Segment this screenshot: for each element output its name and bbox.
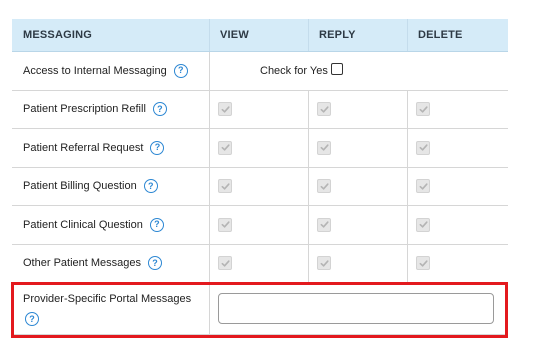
permission-row: Patient Billing Question? <box>12 167 508 206</box>
view-checkbox <box>218 179 232 194</box>
help-icon[interactable]: ? <box>149 217 164 232</box>
reply-cell <box>309 206 408 244</box>
permission-row: Patient Prescription Refill? <box>12 90 508 129</box>
checkmark-icon <box>320 259 329 268</box>
permission-label: Patient Referral Request <box>23 141 144 154</box>
view-cell <box>210 90 309 128</box>
reply-checkbox <box>317 179 331 194</box>
checkmark-icon <box>221 143 230 152</box>
view-checkbox <box>218 256 232 271</box>
delete-checkbox <box>416 102 430 117</box>
provider-portal-input-cell <box>210 283 508 334</box>
help-icon[interactable]: ? <box>173 63 188 78</box>
header-reply-label: REPLY <box>319 29 356 41</box>
checkmark-icon <box>221 220 230 229</box>
reply-cell <box>309 129 408 167</box>
table-header: MESSAGING VIEW REPLY DELETE <box>12 19 508 52</box>
internal-messaging-checkbox[interactable] <box>330 62 343 75</box>
reply-checkbox <box>317 102 331 117</box>
delete-checkbox <box>416 256 430 271</box>
permission-row: Other Patient Messages? <box>12 244 508 283</box>
view-checkbox <box>218 102 232 117</box>
header-messaging-label: MESSAGING <box>23 29 93 41</box>
delete-cell <box>408 129 508 167</box>
provider-portal-row: Provider-Specific Portal Messages ? <box>12 283 508 335</box>
reply-checkbox <box>317 140 331 155</box>
view-cell <box>210 206 309 244</box>
permission-row: Patient Referral Request? <box>12 129 508 168</box>
checkmark-icon <box>221 182 230 191</box>
view-checkbox <box>218 140 232 155</box>
checkmark-icon <box>320 182 329 191</box>
permission-label: Other Patient Messages <box>23 257 142 270</box>
permission-label-cell: Other Patient Messages? <box>12 244 210 282</box>
permission-label-cell: Patient Clinical Question? <box>12 206 210 244</box>
header-view-label: VIEW <box>220 29 249 41</box>
help-icon[interactable]: ? <box>150 140 165 155</box>
reply-checkbox <box>317 217 331 232</box>
help-icon[interactable]: ? <box>25 312 39 326</box>
reply-cell <box>309 244 408 282</box>
checkmark-icon <box>221 105 230 114</box>
internal-messaging-label: Access to Internal Messaging <box>23 64 167 77</box>
view-cell <box>210 244 309 282</box>
reply-checkbox <box>317 256 331 271</box>
checkmark-icon <box>419 182 428 191</box>
delete-cell <box>408 168 508 206</box>
view-checkbox <box>218 217 232 232</box>
internal-messaging-row: Access to Internal Messaging ? Check for… <box>12 52 508 91</box>
internal-messaging-label-cell: Access to Internal Messaging ? <box>12 52 210 90</box>
provider-portal-input[interactable] <box>218 293 494 324</box>
checkmark-icon <box>419 259 428 268</box>
checkmark-icon <box>221 259 230 268</box>
delete-checkbox <box>416 140 430 155</box>
reply-cell <box>309 167 408 205</box>
checkmark-icon <box>419 220 428 229</box>
internal-messaging-check-cell: Check for Yes <box>210 52 508 90</box>
checkmark-icon <box>419 143 428 152</box>
view-cell <box>210 129 309 167</box>
check-for-yes-label: Check for Yes <box>260 64 328 77</box>
permission-row: Patient Clinical Question? <box>12 206 508 245</box>
delete-checkbox <box>416 217 430 232</box>
help-icon[interactable]: ? <box>148 256 163 271</box>
delete-cell <box>408 206 508 244</box>
permission-label-cell: Patient Billing Question? <box>12 167 210 205</box>
header-delete-label: DELETE <box>418 29 463 41</box>
header-messaging: MESSAGING <box>12 19 210 51</box>
checkmark-icon <box>320 143 329 152</box>
checkmark-icon <box>419 105 428 114</box>
checkmark-icon <box>320 105 329 114</box>
permission-label-cell: Patient Prescription Refill? <box>12 90 210 128</box>
header-reply: REPLY <box>309 19 408 51</box>
provider-portal-label-cell: Provider-Specific Portal Messages ? <box>12 283 210 334</box>
checkmark-icon <box>320 220 329 229</box>
delete-checkbox <box>416 179 430 194</box>
provider-portal-label: Provider-Specific Portal Messages <box>23 293 192 305</box>
delete-cell <box>408 245 508 283</box>
permission-label: Patient Clinical Question <box>23 218 143 231</box>
permission-label: Patient Billing Question <box>23 180 137 193</box>
delete-cell <box>408 91 508 129</box>
view-cell <box>210 167 309 205</box>
permission-label: Patient Prescription Refill <box>23 103 146 116</box>
header-view: VIEW <box>210 19 309 51</box>
help-icon[interactable]: ? <box>152 102 167 117</box>
reply-cell <box>309 90 408 128</box>
permission-label-cell: Patient Referral Request? <box>12 129 210 167</box>
messaging-permissions-table: MESSAGING VIEW REPLY DELETE Access to In… <box>12 19 508 335</box>
header-delete: DELETE <box>408 19 508 51</box>
help-icon[interactable]: ? <box>143 179 158 194</box>
